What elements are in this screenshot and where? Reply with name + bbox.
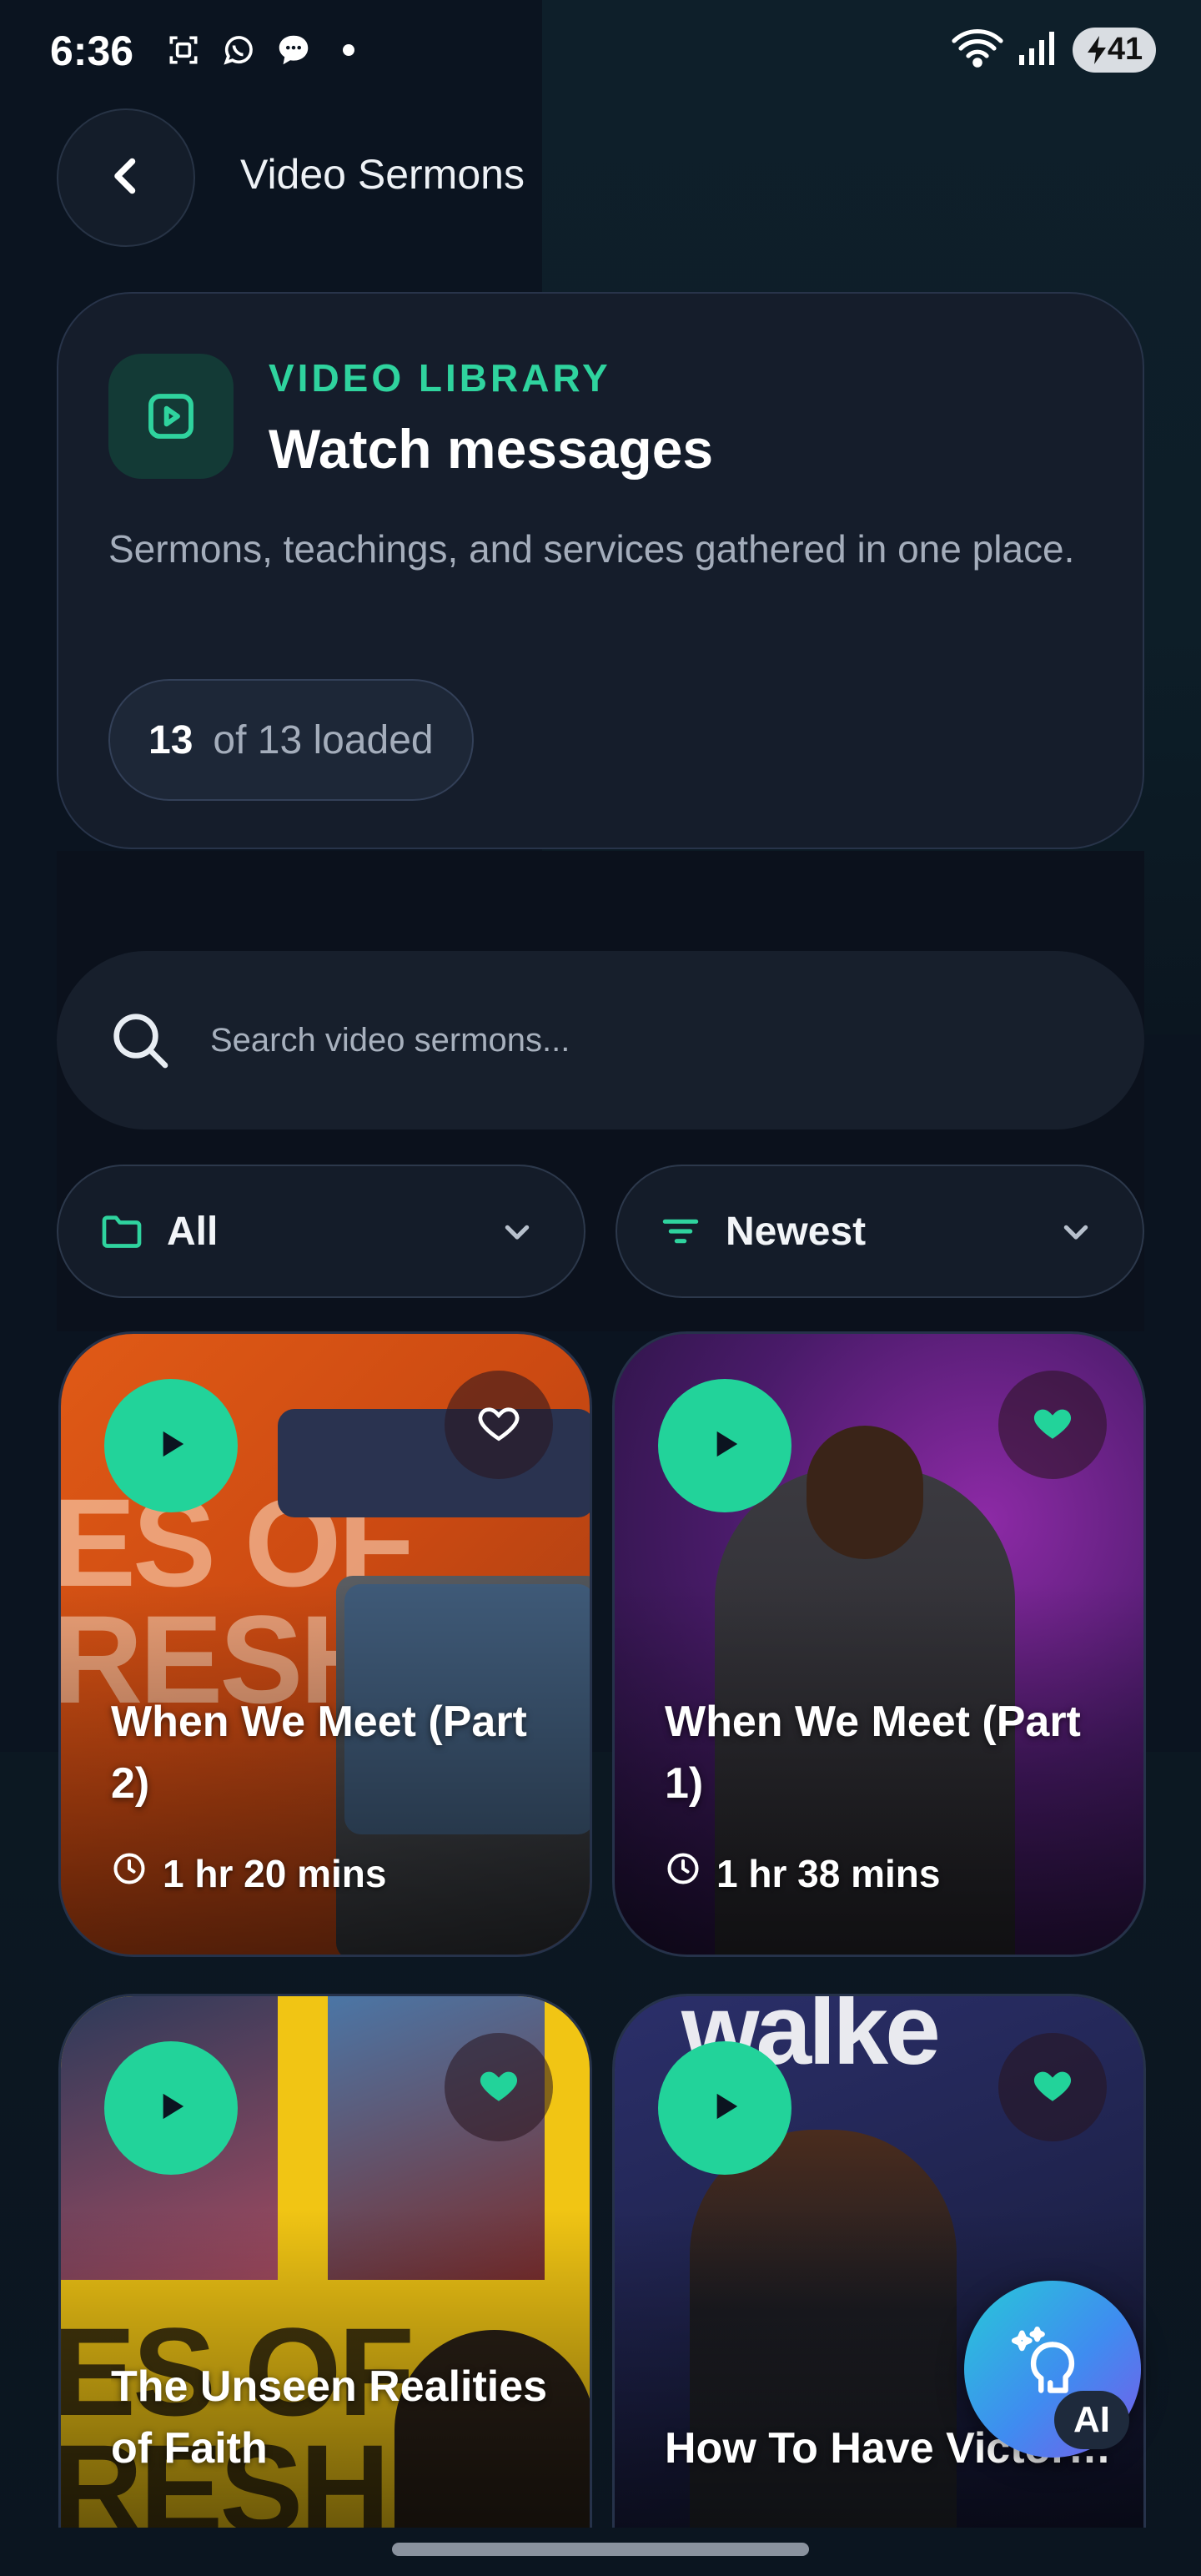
chevron-down-icon <box>494 1208 540 1255</box>
section-eyebrow: VIDEO LIBRARY <box>269 356 611 400</box>
sermon-card[interactable]: ES OFRESH When We Meet (Part 2) 1 hr 20 … <box>58 1331 592 1957</box>
screenshot-icon <box>163 30 204 70</box>
status-time: 6:36 <box>50 28 134 74</box>
play-icon <box>701 2083 748 2134</box>
search-bar[interactable] <box>57 951 1144 1130</box>
notification-icons <box>163 30 369 70</box>
wifi-icon <box>951 27 1004 73</box>
sermon-title: The Unseen Realities of Faith <box>111 2362 548 2473</box>
battery-icon: 41 <box>1073 27 1156 73</box>
sermon-card[interactable]: ES OFRESH The Unseen Realities of Faith <box>58 1994 592 2528</box>
back-button[interactable] <box>57 108 195 247</box>
play-icon <box>148 2083 194 2134</box>
video-play-icon <box>108 354 234 479</box>
sermon-duration: 1 hr 38 mins <box>665 1850 940 1896</box>
play-button[interactable] <box>104 1379 238 1512</box>
loaded-count: 13 <box>148 717 193 762</box>
sort-dropdown-label: Newest <box>726 1209 867 1254</box>
heart-filled-icon <box>1029 2062 1076 2113</box>
category-dropdown[interactable]: All <box>57 1165 585 1298</box>
search-icon <box>107 1007 173 1074</box>
page-title: Video Sermons <box>240 151 525 198</box>
home-indicator[interactable] <box>392 2543 809 2556</box>
whatsapp-icon <box>219 30 259 70</box>
chevron-down-icon <box>1053 1208 1099 1255</box>
favorite-button[interactable] <box>445 2033 553 2141</box>
sermon-duration-text: 1 hr 38 mins <box>716 1851 941 1895</box>
hero-description: Sermons, teachings, and services gathere… <box>108 527 1075 571</box>
sermon-duration: 1 hr 20 mins <box>111 1850 386 1896</box>
play-icon <box>148 1421 194 1472</box>
system-icons: 41 <box>951 27 1156 73</box>
clock-icon <box>665 1850 701 1896</box>
folder-icon <box>98 1208 145 1255</box>
play-icon <box>701 1421 748 1472</box>
ai-label: AI <box>1054 2391 1129 2449</box>
favorite-button[interactable] <box>998 2033 1107 2141</box>
heart-filled-icon <box>1029 1400 1076 1451</box>
chevron-left-icon <box>101 151 151 205</box>
sermon-duration-text: 1 hr 20 mins <box>163 1851 387 1895</box>
favorite-button[interactable] <box>445 1371 553 1479</box>
clock-icon <box>111 1850 148 1896</box>
category-dropdown-label: All <box>167 1209 219 1254</box>
play-button[interactable] <box>658 2041 791 2175</box>
loaded-count-suffix: of 13 loaded <box>213 717 434 762</box>
play-button[interactable] <box>658 1379 791 1512</box>
favorite-button[interactable] <box>998 1371 1107 1479</box>
sermon-card[interactable]: When We Meet (Part 1) 1 hr 38 mins <box>612 1331 1146 1957</box>
loaded-count-badge: 13 of 13 loaded <box>108 679 474 801</box>
sort-icon <box>657 1208 704 1255</box>
message-icon <box>274 30 314 70</box>
battery-level: 41 <box>1107 32 1143 67</box>
hero-title: Watch messages <box>269 418 714 480</box>
signal-icon <box>1018 28 1059 71</box>
sermon-title: When We Meet (Part 1) <box>665 1698 1081 1808</box>
sermon-title: When We Meet (Part 2) <box>111 1698 527 1808</box>
search-input[interactable] <box>210 1021 1044 1059</box>
play-button[interactable] <box>104 2041 238 2175</box>
filter-panel: All Newest <box>57 851 1144 1331</box>
heart-filled-icon <box>475 2062 522 2113</box>
library-summary-card: VIDEO LIBRARY Watch messages Sermons, te… <box>57 292 1144 849</box>
status-bar: 6:36 41 <box>0 0 1201 100</box>
dot-icon <box>329 30 369 70</box>
sort-dropdown[interactable]: Newest <box>616 1165 1144 1298</box>
heart-outline-icon <box>475 1400 522 1451</box>
ai-assistant-button[interactable]: AI <box>964 2281 1141 2458</box>
